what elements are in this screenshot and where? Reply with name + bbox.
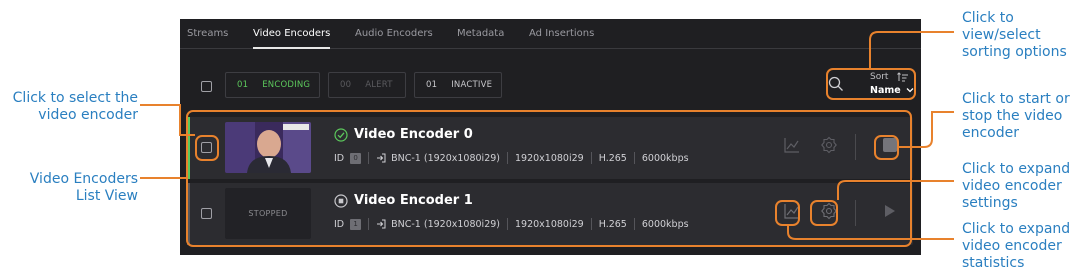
- leader-lines: [140, 31, 954, 240]
